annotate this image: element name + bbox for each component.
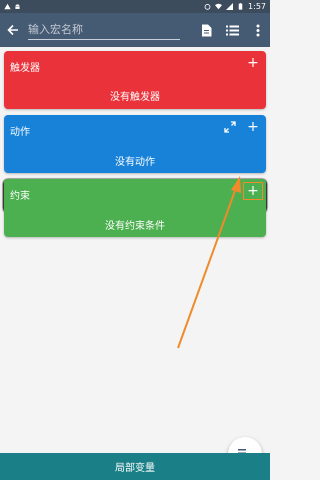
local-variables-label: 局部变量: [115, 463, 155, 474]
annotation-arrow: [177, 176, 241, 349]
local-variables-bar[interactable]: 局部变量: [0, 453, 270, 480]
